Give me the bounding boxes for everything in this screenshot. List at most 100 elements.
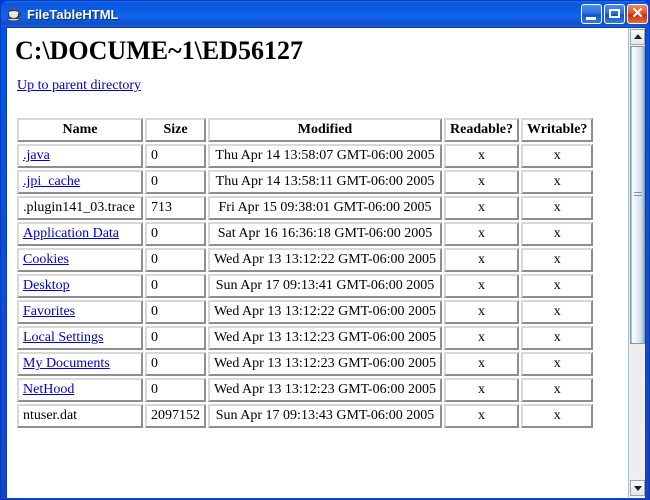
cell-writable: x	[521, 352, 593, 376]
triangle-down-icon	[634, 486, 642, 491]
cell-readable: x	[444, 222, 519, 246]
file-link[interactable]: .jpi_cache	[23, 174, 80, 189]
java-coffee-cup-icon	[5, 5, 23, 23]
cell-readable: x	[444, 248, 519, 272]
table-header-row: Name Size Modified Readable? Writable?	[17, 118, 593, 142]
cell-writable: x	[521, 326, 593, 350]
scroll-up-button[interactable]	[630, 29, 645, 45]
column-header-modified[interactable]: Modified	[208, 118, 442, 142]
column-header-name[interactable]: Name	[17, 118, 143, 142]
file-link[interactable]: Favorites	[23, 304, 75, 319]
cell-modified: Sun Apr 17 09:13:41 GMT-06:00 2005	[208, 274, 442, 298]
cell-modified: Thu Apr 14 13:58:07 GMT-06:00 2005	[208, 144, 442, 168]
scroll-down-button[interactable]	[630, 480, 645, 496]
cell-name: Application Data	[17, 222, 143, 246]
file-link[interactable]: Cookies	[23, 252, 69, 267]
table-row: Application Data 0Sat Apr 16 16:36:18 GMT…	[17, 222, 593, 246]
table-row: Desktop 0Sun Apr 17 09:13:41 GMT-06:00 20…	[17, 274, 593, 298]
page-title: C:\DOCUME~1\ED56127	[7, 28, 629, 66]
table-row: .java 0Thu Apr 14 13:58:07 GMT-06:00 2005…	[17, 144, 593, 168]
cell-size: 0	[145, 170, 206, 194]
cell-readable: x	[444, 352, 519, 376]
document-view: C:\DOCUME~1\ED56127 Up to parent directo…	[7, 28, 629, 497]
cell-modified: Thu Apr 14 13:58:11 GMT-06:00 2005	[208, 170, 442, 194]
parent-directory-link-container: Up to parent directory	[7, 66, 629, 94]
cell-readable: x	[444, 378, 519, 402]
cell-size: 0	[145, 326, 206, 350]
cell-writable: x	[521, 404, 593, 428]
cell-name: ntuser.dat	[17, 404, 143, 428]
file-link[interactable]: Local Settings	[23, 330, 104, 345]
cell-size: 713	[145, 196, 206, 220]
close-icon: ✕	[628, 5, 647, 23]
cell-name: .jpi_cache	[17, 170, 143, 194]
cell-writable: x	[521, 222, 593, 246]
maximize-button[interactable]	[604, 4, 625, 24]
minimize-button[interactable]	[581, 4, 602, 24]
column-header-size[interactable]: Size	[145, 118, 206, 142]
grip-lines-icon	[634, 192, 642, 198]
cell-modified: Wed Apr 13 13:12:23 GMT-06:00 2005	[208, 352, 442, 376]
cell-name: My Documents	[17, 352, 143, 376]
title-bar[interactable]: FileTableHTML ✕	[1, 1, 650, 27]
cell-size: 0	[145, 300, 206, 324]
file-link[interactable]: NetHood	[23, 382, 74, 397]
cell-writable: x	[521, 196, 593, 220]
minimize-icon	[586, 17, 596, 20]
cell-writable: x	[521, 248, 593, 272]
maximize-icon	[609, 9, 620, 18]
cell-writable: x	[521, 170, 593, 194]
file-table: Name Size Modified Readable? Writable? .…	[15, 116, 595, 430]
cell-name: .java	[17, 144, 143, 168]
cell-readable: x	[444, 144, 519, 168]
table-row: .plugin141_03.trace713Fri Apr 15 09:38:0…	[17, 196, 593, 220]
file-link[interactable]: My Documents	[23, 356, 110, 371]
client-area: C:\DOCUME~1\ED56127 Up to parent directo…	[6, 27, 646, 498]
cell-modified: Wed Apr 13 13:12:23 GMT-06:00 2005	[208, 378, 442, 402]
cell-modified: Sun Apr 17 09:13:43 GMT-06:00 2005	[208, 404, 442, 428]
cell-size: 0	[145, 274, 206, 298]
column-header-readable[interactable]: Readable?	[444, 118, 519, 142]
cell-readable: x	[444, 404, 519, 428]
table-row: Cookies 0Wed Apr 13 13:12:22 GMT-06:00 20…	[17, 248, 593, 272]
cell-modified: Wed Apr 13 13:12:23 GMT-06:00 2005	[208, 326, 442, 350]
cell-name: .plugin141_03.trace	[17, 196, 143, 220]
triangle-up-icon	[634, 34, 642, 39]
file-table-body: .java0Thu Apr 14 13:58:07 GMT-06:00 2005…	[17, 144, 593, 428]
cell-name: Local Settings	[17, 326, 143, 350]
file-link[interactable]: Application Data	[23, 226, 119, 241]
table-row: Local Settings 0Wed Apr 13 13:12:23 GMT-0…	[17, 326, 593, 350]
cell-size: 0	[145, 248, 206, 272]
cell-modified: Sat Apr 16 16:36:18 GMT-06:00 2005	[208, 222, 442, 246]
cell-modified: Wed Apr 13 13:12:22 GMT-06:00 2005	[208, 248, 442, 272]
cell-name: Cookies	[17, 248, 143, 272]
close-button[interactable]: ✕	[627, 4, 648, 24]
cell-writable: x	[521, 300, 593, 324]
table-row: ntuser.dat2097152Sun Apr 17 09:13:43 GMT…	[17, 404, 593, 428]
cell-size: 0	[145, 222, 206, 246]
file-link[interactable]: Desktop	[23, 278, 70, 293]
cell-name: Favorites	[17, 300, 143, 324]
table-row: NetHood0Wed Apr 13 13:12:23 GMT-06:00 20…	[17, 378, 593, 402]
cell-modified: Fri Apr 15 09:38:01 GMT-06:00 2005	[208, 196, 442, 220]
scrollbar-thumb[interactable]	[630, 46, 645, 344]
window-title: FileTableHTML	[27, 7, 118, 22]
up-to-parent-directory-link[interactable]: Up to parent directory	[17, 78, 141, 93]
table-row: .jpi_cache 0Thu Apr 14 13:58:11 GMT-06:00…	[17, 170, 593, 194]
file-link[interactable]: .java	[23, 148, 50, 163]
cell-name: Desktop	[17, 274, 143, 298]
cell-name: NetHood	[17, 378, 143, 402]
cell-readable: x	[444, 170, 519, 194]
table-row: Favorites0Wed Apr 13 13:12:22 GMT-06:00 …	[17, 300, 593, 324]
window-controls: ✕	[581, 4, 648, 24]
cell-size: 0	[145, 144, 206, 168]
cell-size: 2097152	[145, 404, 206, 428]
cell-size: 0	[145, 352, 206, 376]
cell-writable: x	[521, 378, 593, 402]
table-row: My Documents 0Wed Apr 13 13:12:23 GMT-06:…	[17, 352, 593, 376]
application-window: FileTableHTML ✕ C:\DOCUME~1\ED56127 Up t…	[0, 0, 650, 500]
column-header-writable[interactable]: Writable?	[521, 118, 593, 142]
cell-readable: x	[444, 274, 519, 298]
cell-writable: x	[521, 274, 593, 298]
vertical-scrollbar[interactable]	[628, 28, 645, 497]
